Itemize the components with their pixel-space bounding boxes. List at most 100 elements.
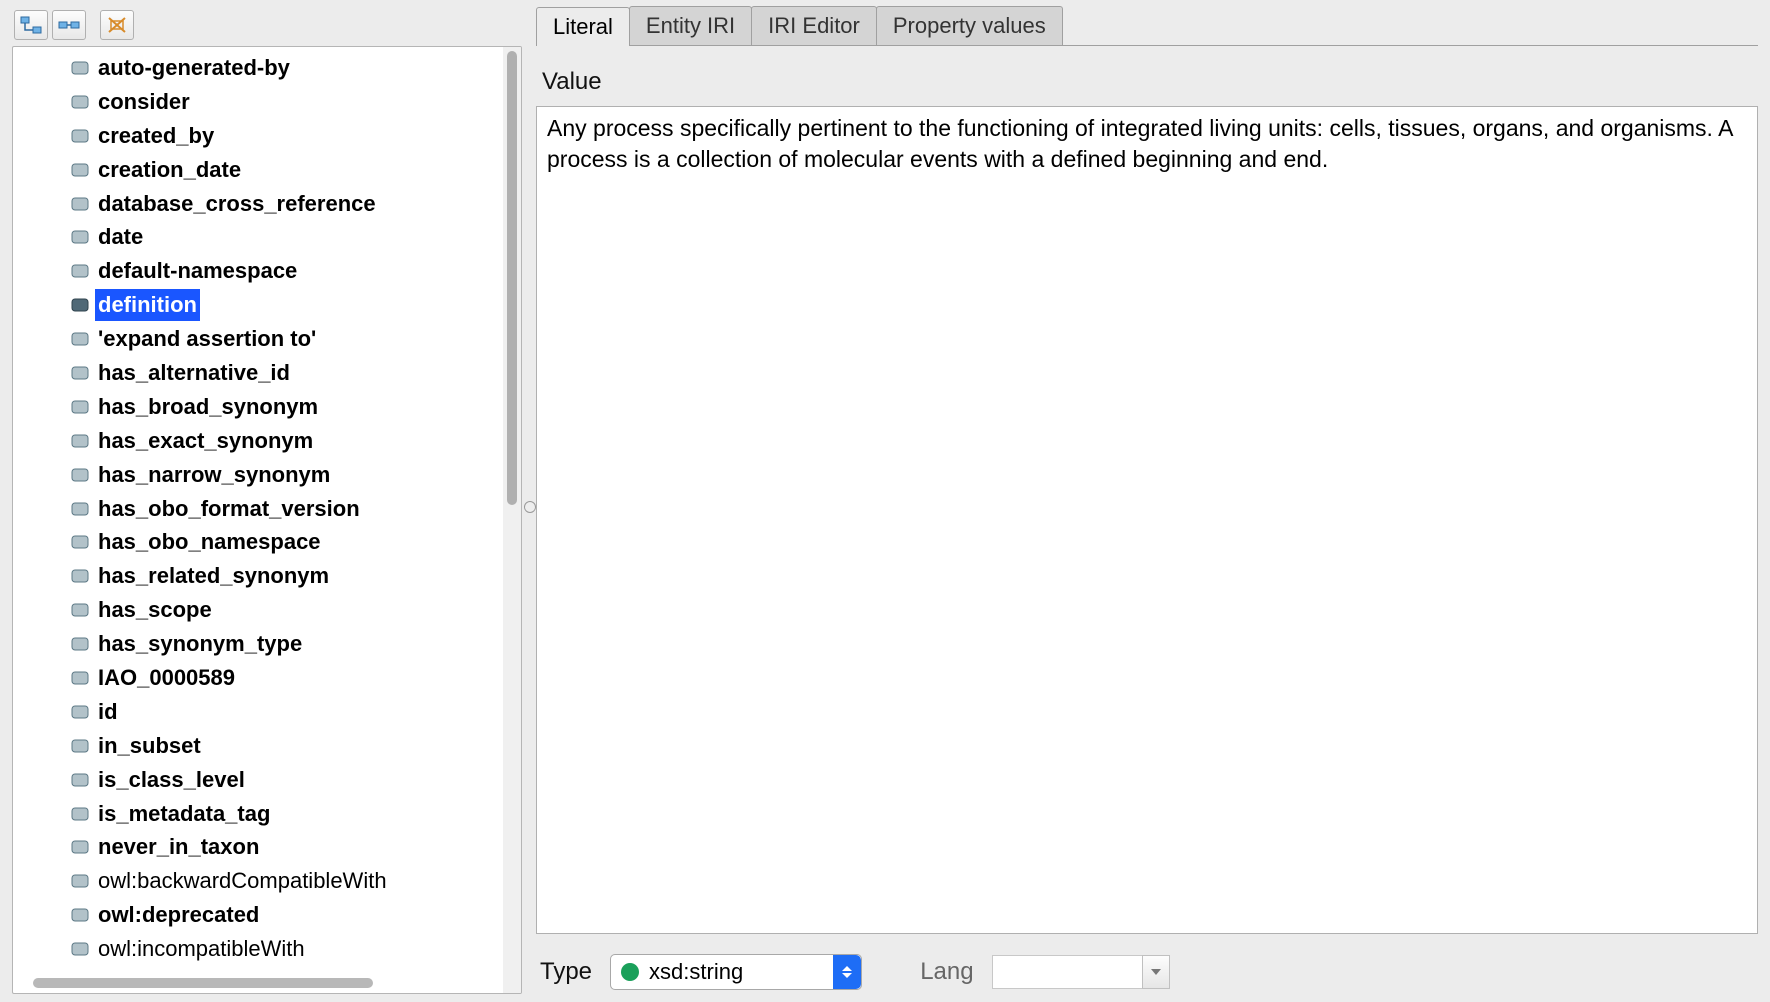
annotation-property-icon <box>71 332 89 346</box>
tree-item-label: has_broad_synonym <box>95 391 321 423</box>
horizontal-scrollbar[interactable] <box>15 975 501 991</box>
tree-item-label: id <box>95 696 121 728</box>
annotation-property-icon <box>71 874 89 888</box>
tree-item-label: owl:deprecated <box>95 899 262 931</box>
annotation-property-icon <box>71 61 89 75</box>
annotation-property-icon <box>71 163 89 177</box>
annotation-property-icon <box>71 502 89 516</box>
type-value: xsd:string <box>649 959 743 985</box>
tree-item[interactable]: owl:incompatibleWith <box>13 932 503 966</box>
tree-scroll-area[interactable]: auto-generated-byconsidercreated_bycreat… <box>13 47 503 993</box>
tree-item[interactable]: date <box>13 220 503 254</box>
tree-item-label: has_synonym_type <box>95 628 305 660</box>
tree-item[interactable]: 'expand assertion to' <box>13 322 503 356</box>
annotation-property-icon <box>71 298 89 312</box>
annotation-property-icon <box>71 230 89 244</box>
annotation-property-tree: auto-generated-byconsidercreated_bycreat… <box>12 46 522 994</box>
tree-item-label: definition <box>95 289 200 321</box>
delete-property-button[interactable] <box>100 10 134 40</box>
tab-iri-editor[interactable]: IRI Editor <box>751 6 877 45</box>
annotation-property-icon <box>71 807 89 821</box>
annotation-property-icon <box>71 95 89 109</box>
tab-entity-iri[interactable]: Entity IRI <box>629 6 752 45</box>
tree-item[interactable]: has_synonym_type <box>13 627 503 661</box>
left-toolbar <box>12 8 522 42</box>
tree-item-label: is_class_level <box>95 764 248 796</box>
tree-item[interactable]: owl:deprecated <box>13 898 503 932</box>
annotation-property-icon <box>71 400 89 414</box>
vertical-scroll-thumb[interactable] <box>507 51 517 505</box>
tab-literal[interactable]: Literal <box>536 7 630 46</box>
tree-asserted-button[interactable] <box>14 10 48 40</box>
lang-input[interactable] <box>992 955 1142 989</box>
annotation-property-icon <box>71 773 89 787</box>
annotation-property-icon <box>71 908 89 922</box>
type-select-stepper-icon <box>833 955 861 989</box>
tree-item[interactable]: has_obo_namespace <box>13 525 503 559</box>
annotation-property-icon <box>71 434 89 448</box>
tree-item[interactable]: has_broad_synonym <box>13 390 503 424</box>
tree-item-label: default-namespace <box>95 255 300 287</box>
tree-item[interactable]: has_narrow_synonym <box>13 458 503 492</box>
tree-item[interactable]: never_in_taxon <box>13 830 503 864</box>
tree-item-label: consider <box>95 86 193 118</box>
tree-item[interactable]: has_scope <box>13 593 503 627</box>
annotation-property-icon <box>71 739 89 753</box>
tree-item-label: database_cross_reference <box>95 188 379 220</box>
value-textarea[interactable] <box>536 106 1758 934</box>
annotation-property-icon <box>71 603 89 617</box>
tree-item[interactable]: definition <box>13 288 503 322</box>
annotation-property-icon <box>71 366 89 380</box>
annotation-property-icon <box>71 129 89 143</box>
tree-item[interactable]: consider <box>13 85 503 119</box>
tree-item[interactable]: owl:backwardCompatibleWith <box>13 864 503 898</box>
tree-item-label: 'expand assertion to' <box>95 323 319 355</box>
tree-item[interactable]: created_by <box>13 119 503 153</box>
value-label: Value <box>542 68 1758 96</box>
tree-item-label: has_related_synonym <box>95 560 332 592</box>
tree-item-label: has_obo_format_version <box>95 493 363 525</box>
tree-item[interactable]: IAO_0000589 <box>13 661 503 695</box>
horizontal-scroll-thumb[interactable] <box>33 978 373 988</box>
tree-item[interactable]: auto-generated-by <box>13 51 503 85</box>
tree-item[interactable]: is_class_level <box>13 763 503 797</box>
tree-item-label: has_obo_namespace <box>95 526 324 558</box>
tree-item[interactable]: database_cross_reference <box>13 187 503 221</box>
annotation-property-icon <box>71 535 89 549</box>
splitter-handle[interactable] <box>524 501 536 513</box>
annotation-property-icon <box>71 671 89 685</box>
annotation-property-icon <box>71 197 89 211</box>
type-select[interactable]: xsd:string <box>610 954 862 990</box>
annotation-property-icon <box>71 705 89 719</box>
tree-item-label: owl:backwardCompatibleWith <box>95 865 390 897</box>
tree-item[interactable]: has_related_synonym <box>13 559 503 593</box>
annotation-property-icon <box>71 942 89 956</box>
tree-item[interactable]: default-namespace <box>13 254 503 288</box>
annotation-property-icon <box>71 569 89 583</box>
tree-item[interactable]: id <box>13 695 503 729</box>
annotation-property-icon <box>71 468 89 482</box>
tree-item[interactable]: has_alternative_id <box>13 356 503 390</box>
tree-item[interactable]: creation_date <box>13 153 503 187</box>
annotation-property-icon <box>71 637 89 651</box>
datatype-dot-icon <box>621 963 639 981</box>
tree-item-label: creation_date <box>95 154 244 186</box>
tree-inferred-button[interactable] <box>52 10 86 40</box>
tree-item[interactable]: has_exact_synonym <box>13 424 503 458</box>
tree-item-label: is_metadata_tag <box>95 798 273 830</box>
tree-item-label: has_exact_synonym <box>95 425 316 457</box>
tree-item-label: has_scope <box>95 594 215 626</box>
tree-item-label: in_subset <box>95 730 204 762</box>
tree-item-label: has_alternative_id <box>95 357 293 389</box>
tree-item-label: date <box>95 221 146 253</box>
tab-property-values[interactable]: Property values <box>876 6 1063 45</box>
tree-item-label: has_narrow_synonym <box>95 459 333 491</box>
lang-dropdown-button[interactable] <box>1142 955 1170 989</box>
tree-item[interactable]: is_metadata_tag <box>13 797 503 831</box>
tree-item-label: created_by <box>95 120 217 152</box>
tree-item-label: auto-generated-by <box>95 52 293 84</box>
chevron-down-icon <box>1151 969 1161 975</box>
vertical-scrollbar[interactable] <box>503 47 521 993</box>
tree-item[interactable]: has_obo_format_version <box>13 492 503 526</box>
tree-item[interactable]: in_subset <box>13 729 503 763</box>
